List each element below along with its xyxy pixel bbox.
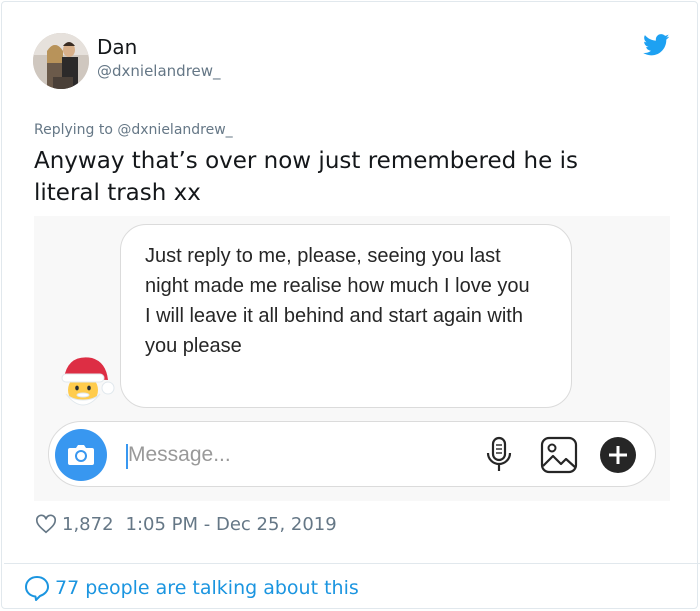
conversation-link[interactable]: 77 people are talking about this [24, 575, 359, 601]
message-input[interactable] [128, 440, 428, 470]
speech-bubble-icon [25, 576, 49, 601]
tweet-meta: 1,872 1:05 PM - Dec 25, 2019 [35, 512, 337, 536]
chat-message-bubble: Just reply to me, please, seeing you las… [120, 224, 572, 408]
talking-count: 77 people are talking about this [55, 577, 359, 599]
display-name[interactable]: Dan [97, 35, 137, 59]
santa-emoji [61, 357, 115, 406]
plus-icon[interactable] [599, 436, 637, 474]
embedded-chat-screenshot: Just reply to me, please, seeing you las… [34, 216, 670, 501]
chat-message-line: I will leave it all behind and start aga… [145, 305, 523, 357]
divider [4, 563, 700, 564]
tweet-timestamp[interactable]: 1:05 PM - Dec 25, 2019 [126, 514, 337, 535]
message-composer [48, 421, 656, 487]
tweet-card: Dan @dxnielandrew_ Replying to @dxnielan… [1, 1, 700, 609]
twitter-bird-icon[interactable] [643, 34, 670, 56]
like-count[interactable]: 1,872 [62, 514, 114, 535]
camera-icon [68, 445, 94, 465]
camera-button[interactable] [55, 429, 107, 481]
tweet-text: Anyway that’s over now just remembered h… [34, 148, 578, 206]
microphone-icon[interactable] [486, 436, 512, 474]
replying-to[interactable]: Replying to @dxnielandrew_ [34, 122, 233, 138]
gallery-icon[interactable] [540, 436, 578, 474]
user-handle[interactable]: @dxnielandrew_ [97, 62, 221, 80]
user-avatar[interactable] [33, 33, 89, 89]
heart-icon[interactable] [35, 513, 57, 535]
chat-message-line: Just reply to me, please, seeing you las… [145, 245, 530, 297]
